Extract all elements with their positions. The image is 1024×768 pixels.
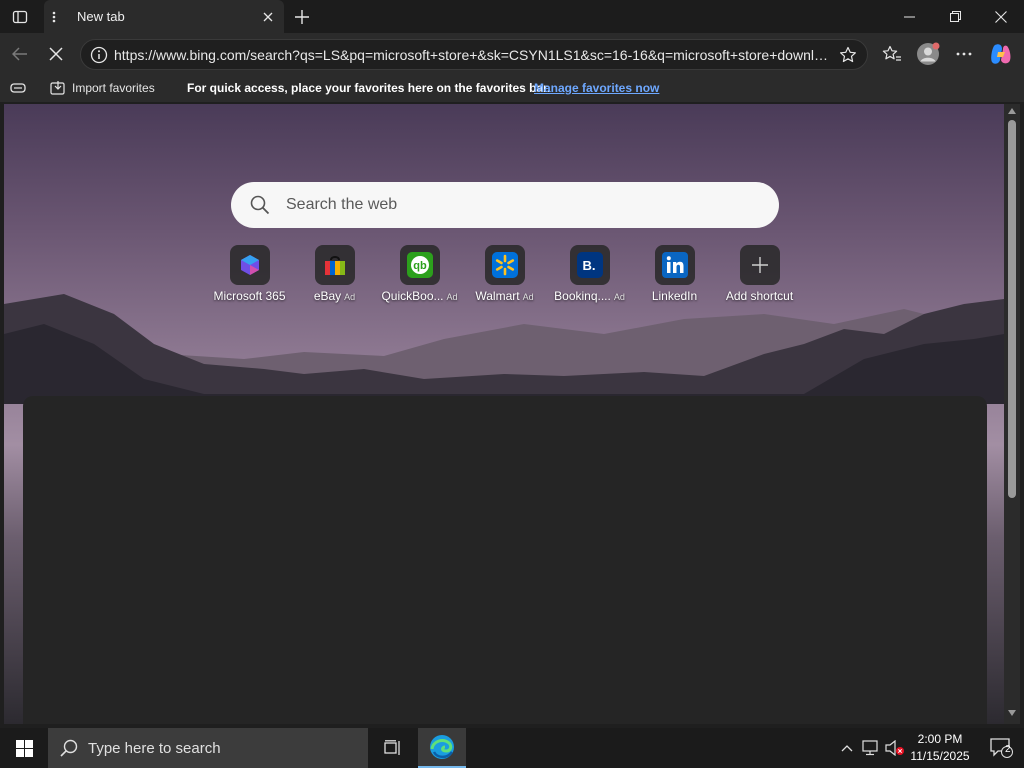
web-search-box[interactable]: Search the web <box>231 182 779 228</box>
linkedin-icon <box>654 245 695 285</box>
shortcut-booking[interactable]: B. Bookinq.... Ad <box>547 245 632 303</box>
windows-taskbar: Type here to search 2:00 PM 11/15/2025 2 <box>0 728 1024 768</box>
address-bar[interactable]: https://www.bing.com/search?qs=LS&pq=mic… <box>80 39 868 70</box>
favorites-bar: Import favorites For quick access, place… <box>0 76 1024 102</box>
shortcut-label: eBay <box>313 289 342 303</box>
title-bar: New tab <box>0 0 1024 33</box>
shortcut-label: Add shortcut <box>725 289 794 303</box>
page-scrollbar[interactable] <box>1004 104 1020 724</box>
profile-avatar-icon[interactable] <box>913 39 943 69</box>
url-text[interactable]: https://www.bing.com/search?qs=LS&pq=mic… <box>114 47 829 63</box>
site-info-icon[interactable] <box>90 46 108 69</box>
shortcut-walmart[interactable]: Walmart Ad <box>462 245 547 303</box>
restore-button[interactable] <box>932 0 978 33</box>
microsoft-365-icon <box>229 245 270 285</box>
clock-time: 2:00 PM <box>917 732 963 746</box>
import-favorites-link[interactable]: Import favorites <box>72 81 155 95</box>
clock-date: 11/15/2025 <box>910 749 970 763</box>
minimize-button[interactable] <box>886 0 932 33</box>
notification-count: 2 <box>1005 744 1011 755</box>
ad-badge: Ad <box>613 292 625 302</box>
svg-text:B.: B. <box>582 258 595 273</box>
shortcut-label: Bookinq.... <box>554 289 611 303</box>
ebay-bag-icon <box>314 245 355 285</box>
favorites-icon[interactable] <box>877 39 907 69</box>
show-hidden-icons-chevron-icon[interactable] <box>836 728 858 768</box>
browser-window: New tab https://www.bing.com/search?qs=L… <box>0 0 1024 768</box>
shortcut-microsoft-365[interactable]: Microsoft 365 <box>207 245 292 303</box>
shortcut-label: Microsoft 365 <box>213 289 286 303</box>
quickbooks-icon: qb <box>399 245 440 285</box>
notification-center-icon[interactable]: 2 <box>980 728 1024 768</box>
stop-loading-icon[interactable] <box>41 39 71 69</box>
system-clock[interactable]: 2:00 PM 11/15/2025 <box>900 731 980 765</box>
ad-badge: Ad <box>344 292 356 302</box>
shortcut-add[interactable]: Add shortcut <box>717 245 802 303</box>
back-arrow-icon[interactable] <box>5 39 35 69</box>
edge-taskbar-icon[interactable] <box>418 728 466 768</box>
shortcut-ebay[interactable]: eBay Ad <box>292 245 377 303</box>
task-view-icon[interactable] <box>370 728 416 768</box>
search-icon <box>250 195 270 220</box>
scrollbar-thumb[interactable] <box>1008 120 1016 498</box>
new-tab-page: Search the web Microsoft 365 eBay Ad qb Q… <box>4 104 1004 724</box>
search-placeholder: Search the web <box>286 196 398 213</box>
import-icon[interactable] <box>50 80 67 99</box>
scroll-down-arrow-icon[interactable] <box>1008 710 1016 716</box>
tab-menu-icon[interactable] <box>46 0 62 33</box>
taskbar-search-placeholder: Type here to search <box>88 740 221 757</box>
start-windows-icon[interactable] <box>0 728 48 768</box>
add-favorite-star-icon[interactable] <box>839 46 857 69</box>
tab-close-icon[interactable] <box>257 6 279 28</box>
favorites-bar-toggle-icon[interactable] <box>10 81 26 98</box>
shortcut-linkedin[interactable]: LinkedIn <box>632 245 717 303</box>
navigation-toolbar: https://www.bing.com/search?qs=LS&pq=mic… <box>0 33 1024 76</box>
walmart-spark-icon <box>484 245 525 285</box>
content-feed-panel <box>23 396 987 724</box>
shortcut-label: Walmart <box>475 289 520 303</box>
favorites-bar-message: For quick access, place your favorites h… <box>187 81 551 95</box>
taskbar-search-icon <box>60 739 78 762</box>
shortcut-label: LinkedIn <box>651 289 698 303</box>
add-shortcut-plus-icon <box>739 245 780 285</box>
svg-text:qb: qb <box>413 260 427 272</box>
taskbar-search-box[interactable]: Type here to search <box>48 728 368 768</box>
ad-badge: Ad <box>446 292 458 302</box>
booking-icon: B. <box>569 245 610 285</box>
settings-more-icon[interactable] <box>949 39 979 69</box>
network-icon[interactable] <box>860 728 882 768</box>
tab-new-tab[interactable]: New tab <box>44 0 284 33</box>
tab-title: New tab <box>77 9 125 24</box>
shortcut-label: QuickBoo... <box>381 289 444 303</box>
close-window-button[interactable] <box>978 0 1024 33</box>
new-tab-plus-icon[interactable] <box>290 0 314 33</box>
ad-badge: Ad <box>522 292 534 302</box>
tab-actions-icon[interactable] <box>8 0 32 33</box>
scroll-up-arrow-icon[interactable] <box>1008 108 1016 114</box>
shortcut-quickbooks[interactable]: qb QuickBoo... Ad <box>377 245 462 303</box>
copilot-icon[interactable] <box>986 39 1016 69</box>
manage-favorites-link[interactable]: Manage favorites now <box>534 81 659 95</box>
